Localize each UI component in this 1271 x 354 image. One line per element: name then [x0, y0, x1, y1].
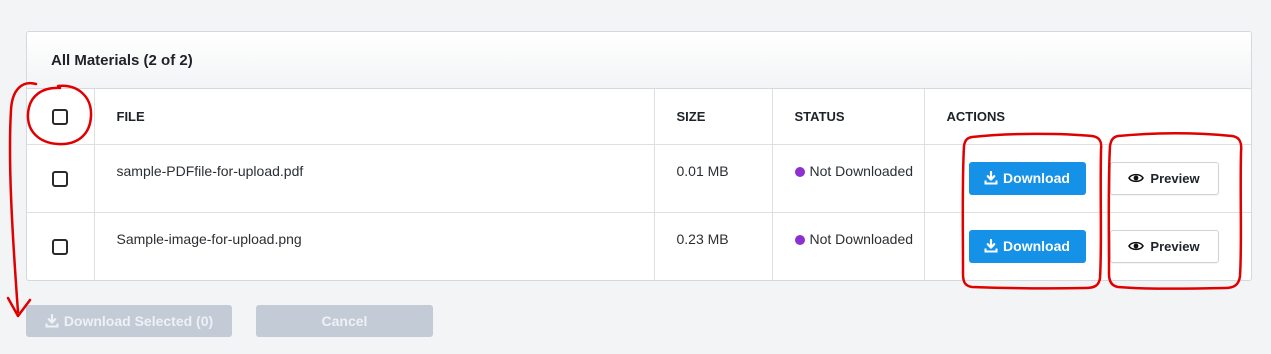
row-select-cell — [27, 212, 95, 280]
download-icon — [984, 171, 998, 185]
download-label: Download — [1003, 238, 1070, 255]
panel-header: All Materials (2 of 2) — [27, 32, 1251, 89]
file-size: 0.01 MB — [654, 144, 773, 213]
materials-panel: All Materials (2 of 2) FILE SIZE STATUS … — [26, 31, 1252, 281]
download-button[interactable]: Download — [968, 161, 1086, 195]
column-header-file: FILE — [94, 89, 655, 145]
select-all-checkbox[interactable] — [52, 108, 69, 125]
status-text: Not Downloaded — [809, 230, 914, 247]
download-label: Download — [1003, 170, 1070, 186]
status-text: Not Downloaded — [809, 162, 914, 179]
download-selected-button[interactable]: Download Selected (0) — [26, 305, 232, 337]
status-cell: Not Downloaded — [772, 144, 925, 213]
panel-title: All Materials (2 of 2) — [51, 51, 193, 69]
status-cell: Not Downloaded — [772, 212, 925, 280]
download-selected-label: Download Selected (0) — [63, 313, 214, 329]
file-size: 0.23 MB — [654, 212, 773, 280]
row-checkbox[interactable] — [52, 170, 69, 187]
download-icon — [984, 239, 998, 253]
materials-table: FILE SIZE STATUS ACTIONS sample-PDFfile-… — [27, 89, 1251, 280]
cancel-button[interactable]: Cancel — [256, 305, 433, 337]
preview-button[interactable]: Preview — [1109, 229, 1219, 263]
column-header-actions: ACTIONS — [924, 89, 1251, 145]
table-row: sample-PDFfile-for-upload.pdf 0.01 MB No… — [27, 144, 1251, 213]
file-name: sample-PDFfile-for-upload.pdf — [94, 144, 655, 213]
row-select-cell — [27, 144, 95, 213]
download-button[interactable]: Download — [968, 229, 1086, 263]
file-name: Sample-image-for-upload.png — [94, 212, 655, 280]
cancel-label: Cancel — [321, 313, 368, 329]
table-header-row: FILE SIZE STATUS ACTIONS — [27, 89, 1251, 145]
eye-icon — [1128, 172, 1145, 184]
actions-cell: Download Preview — [924, 144, 1251, 213]
download-icon — [45, 314, 59, 328]
preview-label: Preview — [1150, 170, 1200, 186]
column-header-size: SIZE — [654, 89, 773, 145]
select-all-cell — [27, 89, 95, 145]
status-dot-icon — [794, 166, 805, 177]
eye-icon — [1128, 240, 1145, 252]
status-dot-icon — [794, 234, 805, 245]
table-row: Sample-image-for-upload.png 0.23 MB Not … — [27, 212, 1251, 280]
preview-button[interactable]: Preview — [1109, 161, 1219, 195]
actions-cell: Download Preview — [924, 212, 1251, 280]
preview-label: Preview — [1150, 238, 1200, 254]
column-header-status: STATUS — [772, 89, 925, 145]
row-checkbox[interactable] — [52, 238, 69, 255]
